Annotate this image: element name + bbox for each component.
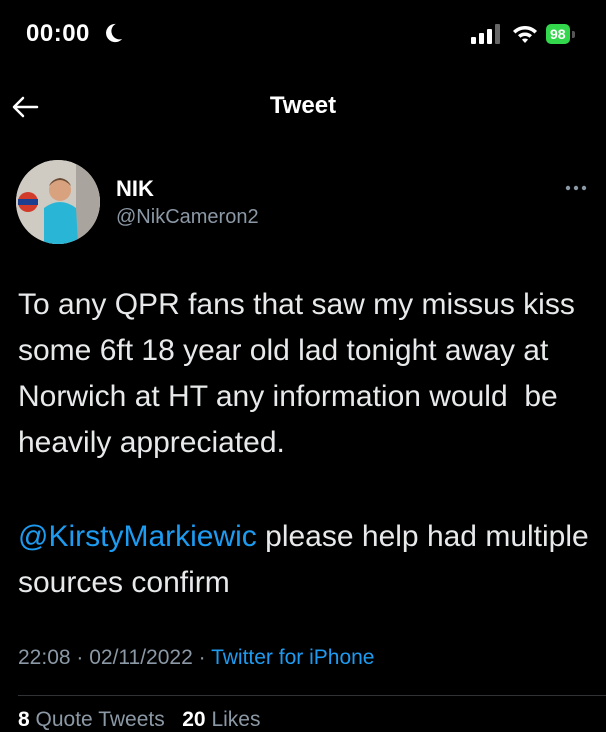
top-nav: Tweet bbox=[0, 70, 606, 142]
battery-level: 98 bbox=[546, 24, 570, 44]
mention-link[interactable]: @KirstyMarkiewic bbox=[18, 520, 257, 553]
moon-icon bbox=[106, 23, 123, 43]
display-name[interactable]: NIK bbox=[116, 176, 154, 202]
battery-cap bbox=[571, 30, 575, 38]
quote-tweets-stat[interactable]: 8 Quote Tweets bbox=[18, 708, 165, 731]
user-handle[interactable]: @NikCameron2 bbox=[116, 206, 259, 229]
tweet-meta: 22:08 · 02/11/2022 · Twitter for iPhone bbox=[18, 646, 374, 670]
likes-stat[interactable]: 20 Likes bbox=[182, 708, 260, 731]
likes-label: Likes bbox=[211, 708, 261, 731]
tweet-text-continued: @KirstyMarkiewic please help had multipl… bbox=[18, 514, 590, 606]
divider bbox=[18, 695, 606, 696]
avatar-image bbox=[16, 160, 100, 244]
tweet-stats: 8 Quote Tweets 20 Likes bbox=[18, 708, 260, 732]
tweet-time: 22:08 bbox=[18, 646, 71, 669]
avatar[interactable] bbox=[16, 160, 100, 244]
status-bar: 00:00 98 bbox=[0, 0, 606, 70]
meta-separator: · bbox=[192, 646, 212, 669]
wifi-icon bbox=[513, 26, 537, 43]
page-title: Tweet bbox=[269, 92, 337, 119]
quote-tweets-count: 8 bbox=[18, 708, 30, 731]
battery-icon: 98 bbox=[546, 24, 575, 44]
signal-icon bbox=[471, 24, 500, 44]
meta-separator: · bbox=[70, 646, 90, 669]
more-icon[interactable] bbox=[564, 184, 588, 192]
source-link[interactable]: Twitter for iPhone bbox=[211, 646, 374, 669]
tweet-text: To any QPR fans that saw my missus kiss … bbox=[18, 288, 584, 459]
likes-count: 20 bbox=[182, 708, 206, 731]
tweet-date: 02/11/2022 bbox=[89, 646, 193, 669]
quote-tweets-label: Quote Tweets bbox=[35, 708, 165, 731]
status-time: 00:00 bbox=[26, 20, 90, 47]
